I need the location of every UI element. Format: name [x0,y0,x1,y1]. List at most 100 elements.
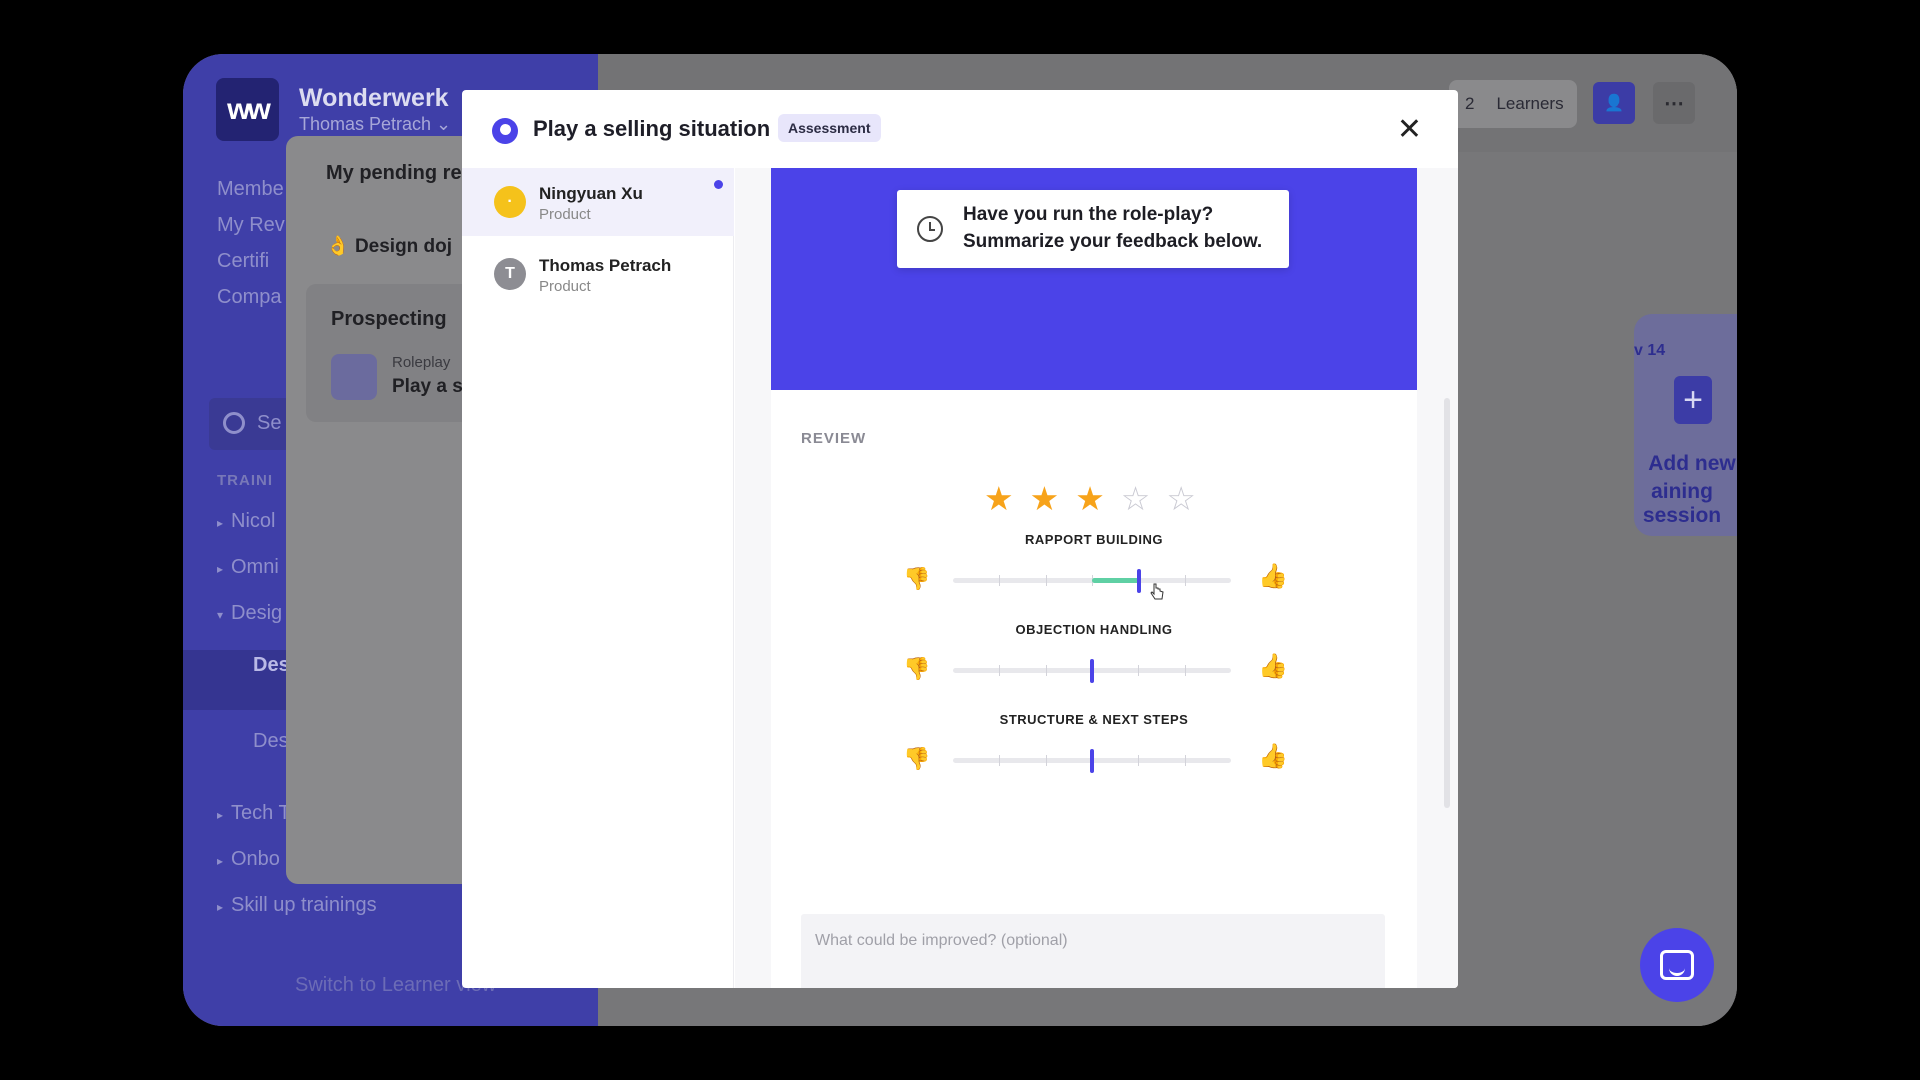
chat-icon [1660,950,1694,980]
plus-icon: + [1674,376,1712,424]
slider-tick [999,755,1001,766]
learner-item[interactable]: T Thomas Petrach Product [462,240,734,308]
star-icon[interactable]: ☆ [1121,482,1151,515]
star-rating[interactable]: ★ ★ ★ ☆ ☆ [984,482,1196,515]
add-training-session-card[interactable]: v 14 + Add new aining session [1634,314,1737,536]
invite-user-button[interactable]: 👤 [1593,82,1635,124]
hand-icon: 👌 [326,236,355,257]
criterion-label: RAPPORT BUILDING [1025,532,1163,547]
tree-item-3[interactable]: ▾ Desig [217,602,282,625]
add-card-label-1: Add new [1648,452,1736,475]
learner-name: Ningyuan Xu [539,184,643,203]
slider-tick [1045,575,1047,586]
rating-slider[interactable] [953,659,1231,683]
tree-subitem-1[interactable]: Des [253,654,290,677]
user-switcher[interactable]: Thomas Petrach ⌄ [299,114,451,135]
criterion-objection-handling: OBJECTION HANDLING 👎 👍 [771,622,1417,712]
search-placeholder: Se [257,412,282,434]
star-icon[interactable]: ★ [984,482,1014,515]
learner-item[interactable]: · Ningyuan Xu Product [462,168,734,236]
nav-members[interactable]: Membe [217,178,284,201]
slider-tick [1045,665,1047,676]
group-item-type: Roleplay [392,354,451,371]
add-card-label-2: aining session [1642,480,1722,527]
learners-button[interactable]: 2 Learners [1449,80,1577,128]
workspace-logo[interactable]: ww [216,78,279,141]
banner: Have you run the role-play? Summarize yo… [771,168,1417,390]
slider-tick [1184,575,1186,586]
slider-tick [999,575,1001,586]
thumbs-up-icon[interactable]: 👍 [1258,742,1288,771]
improvement-input[interactable] [801,914,1385,988]
slider-tick [1184,755,1186,766]
pending-title: My pending re [326,162,462,184]
modal-header: Play a selling situation Assessment ✕ [462,90,1458,168]
prompt-line-2: Summarize your feedback below. [963,231,1263,252]
learner-role: Product [539,206,591,223]
thumbs-up-icon[interactable]: 👍 [1258,652,1288,681]
rating-slider[interactable] [953,749,1231,773]
search-icon [223,412,245,434]
thumbs-down-icon[interactable]: 👎 [903,566,930,592]
clock-icon [917,216,943,242]
slider-thumb[interactable] [1090,659,1094,683]
slider-thumb[interactable] [1090,749,1094,773]
learner-name: Thomas Petrach [539,256,672,275]
thumbs-down-icon[interactable]: 👎 [903,746,930,772]
tree-item-2[interactable]: ▸ Omni [217,556,279,579]
slider-tick [999,665,1001,676]
scrollbar[interactable] [1444,398,1450,808]
review-label: REVIEW [801,430,867,447]
review-content: Have you run the role-play? Summarize yo… [735,168,1458,988]
date-label: v 14 [1634,342,1666,359]
nav-company[interactable]: Compa [217,286,281,309]
chat-support-button[interactable] [1640,928,1714,1002]
thumbs-down-icon[interactable]: 👎 [903,656,930,682]
nav-certifications[interactable]: Certifi [217,250,269,273]
tree-item-6[interactable]: ▸ Skill up trainings [217,894,377,917]
unread-dot [714,180,723,189]
modal-title: Play a selling situation [533,116,771,141]
criterion-label: OBJECTION HANDLING [1015,622,1173,637]
add-user-icon: 👤 [1604,95,1624,112]
star-icon[interactable]: ★ [1075,482,1105,515]
slider-tick [1138,665,1140,676]
more-icon: ⋯ [1664,92,1684,115]
pending-item[interactable]: 👌 Design doj [326,234,452,258]
criterion-rapport-building: RAPPORT BUILDING 👎 👍 [771,532,1417,622]
star-icon[interactable]: ★ [1030,482,1060,515]
star-icon[interactable]: ☆ [1166,482,1196,515]
learner-role: Product [539,278,591,295]
slider-fill [1092,578,1140,583]
group-title: Prospecting [331,308,447,330]
group-item-title[interactable]: Play a s [392,376,463,398]
review-card: REVIEW ★ ★ ★ ☆ ☆ RAPPORT BUILDING 👎 👍 OBJECT… [771,390,1417,988]
criterion-label: STRUCTURE & NEXT STEPS [999,712,1189,727]
learner-list: · Ningyuan Xu Product T Thomas Petrach P… [462,168,734,988]
org-name: Wonderwerk [299,84,449,112]
learners-count: 2 [1465,94,1475,113]
trainings-section-label: TRAINI [217,472,273,489]
roleplay-logo-icon [492,118,518,144]
roleplay-icon [331,354,377,400]
more-options-button[interactable]: ⋯ [1653,82,1695,124]
hand-cursor-icon [1150,583,1164,600]
feedback-prompt-card: Have you run the role-play? Summarize yo… [897,190,1289,268]
slider-thumb[interactable] [1137,569,1142,593]
tree-item-1[interactable]: ▸ Nicol [217,510,275,533]
nav-my-reviews[interactable]: My Rev [217,214,285,237]
slider-tick [1184,665,1186,676]
prompt-line-1: Have you run the role-play? [963,204,1214,225]
close-icon[interactable]: ✕ [1397,112,1422,147]
tree-item-4[interactable]: ▸ Tech T [217,802,291,825]
criterion-structure-next-steps: STRUCTURE & NEXT STEPS 👎 👍 [771,712,1417,802]
learners-label: Learners [1496,94,1564,113]
slider-tick [1045,755,1047,766]
tree-subitem-2[interactable]: Des [253,730,289,753]
tree-item-5[interactable]: ▸ Onbo [217,848,280,871]
avatar: T [494,258,526,290]
thumbs-up-icon[interactable]: 👍 [1258,562,1288,591]
assessment-badge: Assessment [778,114,881,142]
slider-tick [1138,755,1140,766]
rating-slider[interactable] [953,569,1231,593]
